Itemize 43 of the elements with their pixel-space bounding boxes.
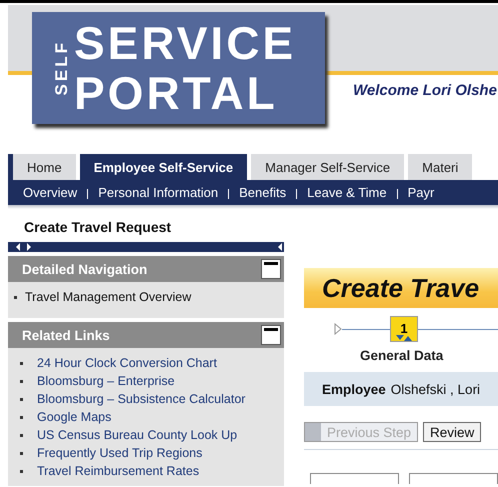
bullet-icon (20, 416, 23, 418)
nav-tab[interactable]: Manager Self-Service (251, 154, 404, 180)
nav-link[interactable]: Travel Management Overview (25, 290, 192, 304)
section-title: Detailed Navigation (22, 262, 148, 276)
related-link[interactable]: US Census Bureau County Look Up (37, 428, 238, 442)
sub-nav-link[interactable]: Overview (23, 185, 78, 200)
related-link[interactable]: Frequently Used Trip Regions (37, 446, 202, 460)
bullet-icon (20, 362, 23, 364)
related-link[interactable]: Google Maps (37, 410, 112, 424)
bullet-icon (20, 470, 23, 472)
collapse-button[interactable] (261, 325, 281, 345)
step-indicator[interactable]: 1 (390, 316, 418, 342)
nav-tab[interactable]: Employee Self-Service (80, 154, 248, 180)
bullet-icon (20, 380, 23, 382)
collapse-icon[interactable] (278, 243, 282, 251)
bullet-icon (14, 296, 17, 298)
bullet-icon (20, 398, 23, 400)
welcome-text: Welcome Lori Olshe (353, 82, 497, 99)
step-label: General Data (360, 348, 444, 363)
logo-text: SERVICE (74, 18, 296, 68)
arrows-icon[interactable] (14, 243, 34, 251)
bullet-icon (20, 434, 23, 436)
section-title: Related Links (22, 328, 110, 342)
related-link[interactable]: Bloomsburg – Enterprise (37, 374, 175, 388)
bullet-icon (20, 452, 23, 454)
sub-nav-link[interactable]: Payr (408, 185, 434, 200)
related-link[interactable]: 24 Hour Clock Conversion Chart (37, 356, 217, 370)
employee-label: Employee (322, 382, 386, 396)
sub-nav-link[interactable]: Personal Information (98, 185, 218, 200)
sub-nav-link[interactable]: Benefits (239, 185, 286, 200)
sub-nav-link[interactable]: Leave & Time (307, 185, 387, 200)
collapse-button[interactable] (261, 259, 281, 279)
nav-tab[interactable]: Home (13, 154, 76, 180)
nav-tab[interactable]: Materi (408, 154, 472, 180)
review-button[interactable]: Review (423, 422, 482, 442)
related-link[interactable]: Travel Reimbursement Rates (37, 464, 200, 478)
related-link[interactable]: Bloomsburg – Subsistence Calculator (37, 392, 246, 406)
employee-name: Olshefski , Lori (390, 382, 480, 396)
page-title: Create Travel Request (24, 219, 172, 237)
start-marker-icon (334, 323, 342, 335)
content-title: Create Trave (322, 272, 480, 304)
logo-vertical-text: SELF (52, 40, 72, 96)
logo-text: PORTAL (74, 68, 279, 118)
